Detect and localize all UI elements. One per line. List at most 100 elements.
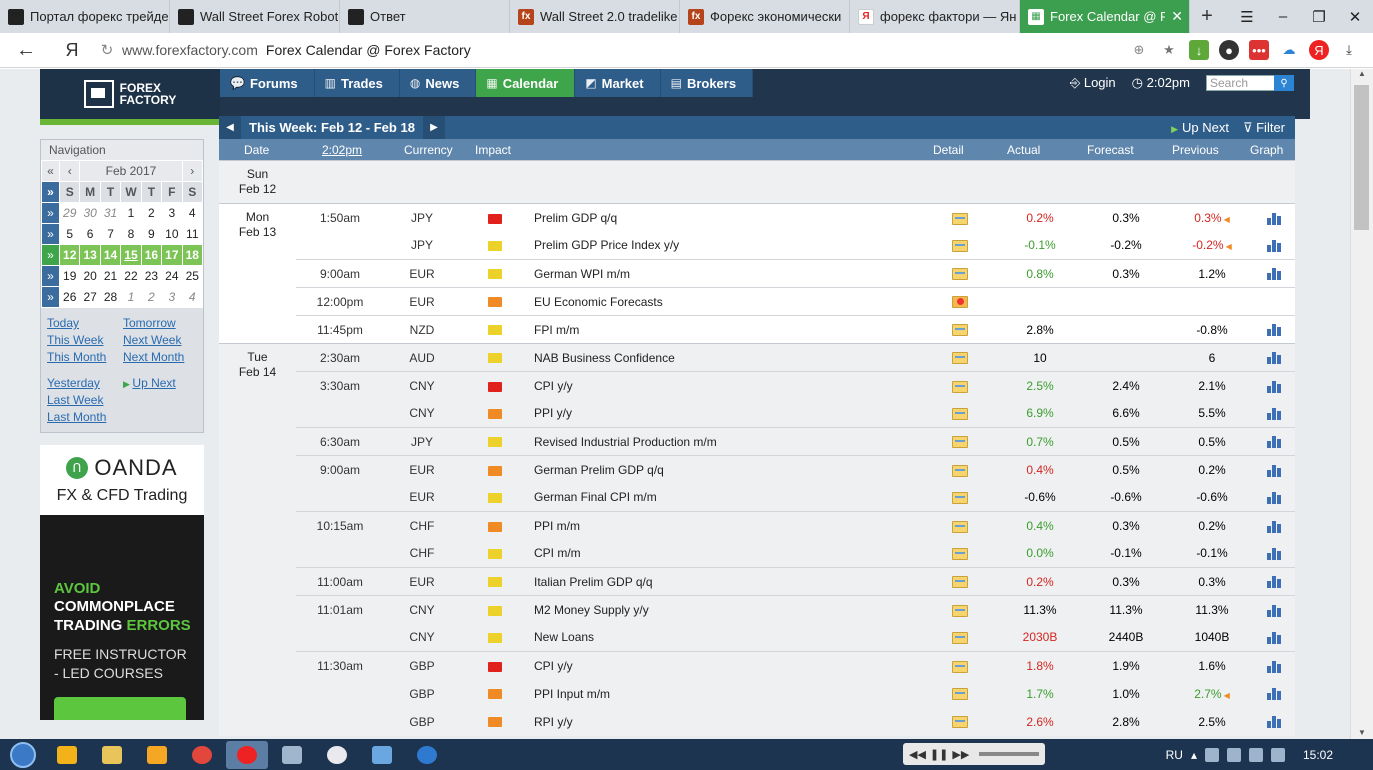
link-next-month[interactable]: Next Month [123,350,203,364]
graph-icon[interactable] [1266,716,1281,729]
link-this-week[interactable]: This Week [47,333,123,347]
revised-icon[interactable]: ◀ [1226,242,1232,251]
calendar-event-row[interactable]: 9:00am EUR German Prelim GDP q/q 0.4% 0.5% 0.… [219,455,1295,484]
link-last-month[interactable]: Last Month [47,410,123,424]
detail-folder-icon[interactable] [952,352,968,365]
impact-low-icon[interactable] [488,241,502,252]
calendar-event-row[interactable]: GBP RPI y/y 2.6% 2.8% 2.5% [219,707,1295,736]
impact-low-icon[interactable] [488,437,502,448]
minimize-button[interactable]: – [1265,0,1301,33]
calendar-day[interactable]: 15 [120,244,142,266]
calendar-event-row[interactable]: 10:15am CHF PPI m/m 0.4% 0.3% 0.2% [219,511,1295,540]
graph-icon[interactable] [1266,604,1281,617]
cloud-icon[interactable]: ☁ [1279,40,1299,60]
calendar-day[interactable]: 3 [161,286,183,308]
calendar-day[interactable]: 24 [161,265,183,287]
pause-icon[interactable]: ❚❚ [930,748,948,761]
calendar-event-row[interactable]: EUR German Final CPI m/m -0.6% -0.6% -0.6% [219,483,1295,512]
taskbar-calculator-button[interactable] [271,741,313,769]
browser-tab[interactable]: Портал форекс трейде [0,0,170,33]
detail-folder-icon[interactable] [952,660,968,673]
yandex-red-icon[interactable]: Я [1309,40,1329,60]
impact-medium-icon[interactable] [488,689,502,700]
calendar-event-row[interactable]: Tue Feb 14 2:30am AUD NAB Business Confidenc… [219,343,1295,736]
link-last-week[interactable]: Last Week [47,393,123,407]
calendar-day[interactable]: 3 [161,202,183,224]
graph-icon[interactable] [1266,380,1281,393]
calendar-day[interactable]: 31 [99,202,122,224]
detail-folder-icon[interactable] [952,520,968,533]
nav-trades[interactable]: ▥ Trades [315,69,400,97]
calendar-event-row[interactable]: 11:01am CNY M2 Money Supply y/y 11.3% 11.3% 1… [219,595,1295,624]
up-next-button[interactable]: ▶ Up Next [1171,120,1229,136]
detail-folder-icon[interactable] [952,492,968,505]
graph-icon[interactable] [1266,212,1281,225]
calendar-day[interactable]: 7 [99,223,122,245]
graph-icon[interactable] [1266,632,1281,645]
nav-calendar[interactable]: ▦ Calendar [476,69,576,97]
graph-icon[interactable] [1266,548,1281,561]
link-tomorrow[interactable]: Tomorrow [123,316,203,330]
calendar-day[interactable]: 14 [99,244,122,266]
calendar-day[interactable]: 2 [140,286,163,308]
taskbar-explorer-button[interactable] [46,741,88,769]
download-extension-icon[interactable]: ↓ [1189,40,1209,60]
calendar-day[interactable]: 1 [120,202,142,224]
select-week-button[interactable]: » [41,265,60,287]
close-window-button[interactable]: ✕ [1337,0,1373,33]
impact-high-icon[interactable] [488,213,502,224]
link-this-month[interactable]: This Month [47,350,123,364]
impact-low-icon[interactable] [488,493,502,504]
menu-icon[interactable]: ☰ [1229,0,1265,33]
browser-tab[interactable]: Ответ [340,0,510,33]
calendar-day[interactable]: 17 [161,244,183,266]
url-field[interactable]: www.forexfactory.com Forex Calendar @ For… [122,42,471,58]
detail-folder-icon[interactable] [952,548,968,561]
bookmark-star-icon[interactable]: ★ [1159,40,1179,60]
detail-folder-icon[interactable] [952,268,968,281]
revised-icon[interactable]: ◀ [1224,215,1230,224]
prev-month-button[interactable]: ‹ [58,160,81,182]
link-yesterday[interactable]: Yesterday [47,376,123,390]
calendar-day[interactable]: 12 [58,244,81,266]
downloads-icon[interactable]: ⤓ [1339,40,1359,60]
impact-low-icon[interactable] [488,633,502,644]
detail-folder-icon[interactable] [952,464,968,477]
select-week-button[interactable]: » [41,223,60,245]
media-player-widget[interactable]: ◀◀ ❚❚ ▶▶ [903,743,1045,765]
browser-tab[interactable]: Яфорекс фактори — Ян [850,0,1020,33]
calendar-event-row[interactable]: 3:30am CNY CPI y/y 2.5% 2.4% 2.1% [219,371,1295,400]
col-time[interactable]: 2:02pm [322,143,362,157]
next-week-button[interactable]: ▶ [422,116,445,139]
clock-display[interactable]: ◷ 2:02pm [1132,75,1190,91]
prev-week-button[interactable]: ◀ [219,116,241,139]
impact-low-icon[interactable] [488,325,502,336]
impact-high-icon[interactable] [488,661,502,672]
impact-medium-icon[interactable] [488,297,502,308]
detail-folder-icon[interactable] [952,688,968,701]
impact-low-icon[interactable] [488,605,502,616]
clock[interactable]: 15:02 [1303,748,1333,762]
forward-icon[interactable]: ▶▶ [952,748,969,761]
new-tab-button[interactable]: + [1190,0,1224,33]
translate-icon[interactable]: ⊕ [1129,40,1149,60]
taskbar-itunes-button[interactable] [316,741,358,769]
calendar-day[interactable]: 28 [99,286,122,308]
graph-icon[interactable] [1266,660,1281,673]
calendar-event-row[interactable]: 11:45pm NZD FPI m/m 2.8% -0.8% [219,315,1295,344]
calendar-day[interactable]: 19 [58,265,81,287]
link-next-week[interactable]: Next Week [123,333,203,347]
yandex-logo[interactable]: Я [52,40,92,61]
location-icon[interactable]: ● [1219,40,1239,60]
calendar-day[interactable]: 8 [120,223,142,245]
back-button[interactable]: ← [0,39,52,62]
graph-icon[interactable] [1266,520,1281,533]
revised-icon[interactable]: ◀ [1224,691,1230,700]
calendar-event-row[interactable]: Mon Feb 13 1:50am JPY Prelim GDP q/q 0.2% 0.3%… [219,203,1295,344]
calendar-day[interactable]: 23 [140,265,163,287]
volume-slider[interactable] [979,752,1040,756]
nav-forums[interactable]: 💬 Forums [220,69,315,97]
detail-folder-icon[interactable] [952,576,968,589]
graph-icon[interactable] [1266,240,1281,253]
next-month-button[interactable]: › [181,160,204,182]
